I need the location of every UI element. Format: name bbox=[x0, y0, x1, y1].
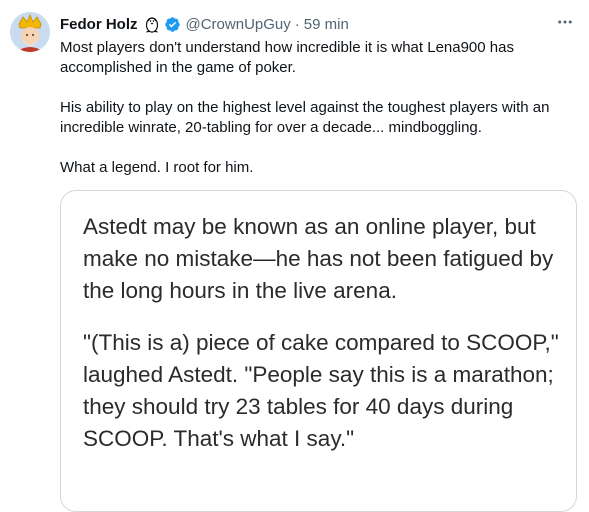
penguin-icon bbox=[144, 15, 160, 33]
tweet-text: Most players don't understand how incred… bbox=[60, 38, 580, 178]
image-quote-text: Astedt may be known as an online player,… bbox=[83, 211, 563, 455]
avatar[interactable] bbox=[10, 12, 50, 52]
tweet-paragraph: Most players don't understand how incred… bbox=[60, 39, 514, 76]
more-horizontal-icon[interactable] bbox=[555, 12, 575, 32]
tweet-image[interactable]: Astedt may be known as an online player,… bbox=[60, 190, 577, 512]
tweet-timestamp[interactable]: 59 min bbox=[304, 16, 349, 33]
tweet-header: Fedor Holz @CrownUpGuy · 59 min bbox=[60, 14, 349, 34]
image-paragraph: Astedt may be known as an online player,… bbox=[83, 214, 554, 303]
tweet[interactable]: Fedor Holz @CrownUpGuy · 59 min Most pla… bbox=[0, 0, 589, 512]
verified-badge-icon bbox=[164, 16, 181, 33]
author-handle[interactable]: @CrownUpGuy bbox=[186, 16, 291, 33]
tweet-paragraph: His ability to play on the highest level… bbox=[60, 99, 550, 136]
tweet-paragraph: What a legend. I root for him. bbox=[60, 159, 254, 176]
author-name[interactable]: Fedor Holz bbox=[60, 16, 138, 33]
avatar-image bbox=[10, 12, 50, 52]
separator-dot: · bbox=[294, 15, 300, 33]
image-paragraph: "(This is a) piece of cake compared to S… bbox=[83, 330, 559, 451]
